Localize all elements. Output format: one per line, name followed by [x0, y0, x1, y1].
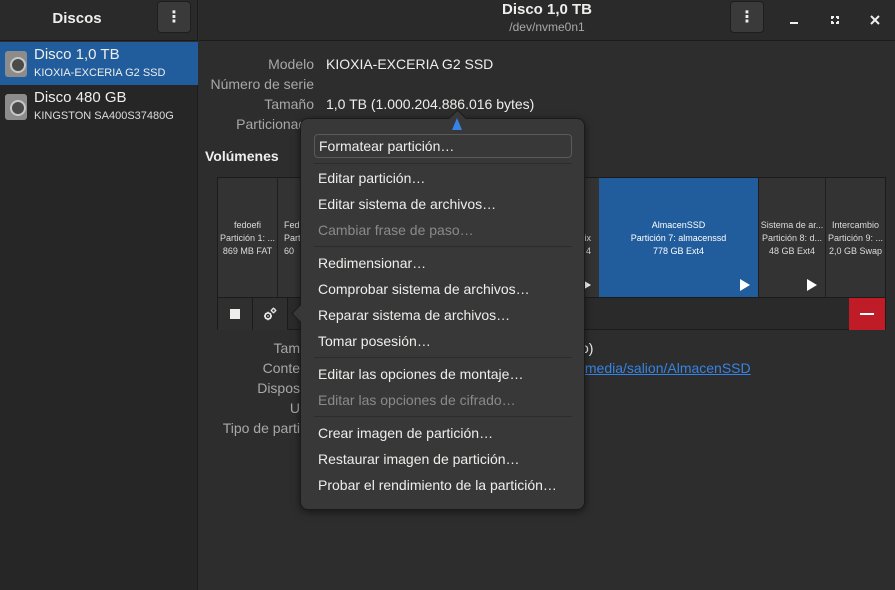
partition-type-label: Tipo de parti	[222, 420, 300, 436]
mouse-pointer-icon	[452, 118, 462, 130]
vertical-dots-icon: ⋮	[739, 9, 755, 26]
volumes-title: Volúmenes	[205, 148, 279, 164]
partition-name: AlmacenSSD	[651, 220, 706, 230]
mount-play-icon[interactable]	[807, 279, 817, 291]
partition-almacenssd[interactable]: AlmacenSSD Partición 7: almacenssd 778 G…	[599, 178, 759, 297]
close-button[interactable]	[863, 8, 887, 32]
menu-item-format-partition[interactable]: Formatear partición…	[314, 134, 572, 158]
gears-icon	[264, 307, 277, 321]
minimize-button[interactable]	[782, 8, 806, 32]
menu-item-resize[interactable]: Redimensionar…	[314, 251, 572, 275]
header-bar: Disco 1,0 TB /dev/nvme0n1 ⋮	[199, 0, 895, 41]
disk-menu-button[interactable]: ⋮	[730, 1, 764, 33]
partition-9-swap[interactable]: Intercambio Partición 9: ... 2,0 GB Swap	[826, 178, 885, 297]
mount-point-link[interactable]: /media/salion/AlmacenSSD	[581, 360, 751, 376]
partition-number: Partición 7: almacenssd	[630, 233, 727, 243]
partition-8[interactable]: Sistema de ar... Partición 8: d... 48 GB…	[759, 178, 826, 297]
partition-size: 778 GB Ext4	[652, 246, 705, 256]
hard-disk-icon	[5, 94, 27, 120]
sidebar-header: Discos ⋮	[0, 0, 198, 41]
partition-size: 48 GB Ext4	[768, 246, 816, 256]
vertical-dots-icon: ⋮	[166, 9, 182, 26]
contents-label: Conte	[262, 360, 300, 376]
partition-options-button[interactable]	[253, 298, 288, 330]
stop-icon	[230, 309, 240, 319]
partition-name: Sistema de ar...	[760, 220, 824, 230]
minimize-icon	[790, 22, 798, 24]
mount-play-icon[interactable]	[740, 279, 750, 291]
sidebar-title: Discos	[52, 10, 102, 27]
disk-model: KIOXIA-EXCERIA G2 SSD	[34, 67, 166, 79]
disk-item-480gb[interactable]: Disco 480 GB KINGSTON SA400S37480G	[0, 85, 198, 128]
partition-number: Partición 9: ...	[827, 233, 884, 243]
close-icon	[870, 15, 880, 25]
device-label: Dispos	[257, 380, 300, 396]
partition-1[interactable]: fedoefi Partición 1: ... 869 MB FAT	[218, 178, 278, 297]
partition-size-label: Tam	[273, 340, 300, 356]
disk-model: KINGSTON SA400S37480G	[34, 110, 174, 122]
disk-list: Disco 1,0 TB KIOXIA-EXCERIA G2 SSD Disco…	[0, 42, 198, 590]
menu-item-edit-filesystem[interactable]: Editar sistema de archivos…	[314, 192, 572, 216]
menu-item-check-filesystem[interactable]: Comprobar sistema de archivos…	[314, 277, 572, 301]
menu-separator	[314, 357, 572, 358]
partition-number: Partición 8: d...	[761, 233, 823, 243]
size-label: Tamaño	[264, 96, 314, 112]
partition-number: Partición 1: ...	[219, 233, 276, 243]
model-label: Modelo	[268, 56, 314, 72]
menu-item-repair-filesystem[interactable]: Reparar sistema de archivos…	[314, 303, 572, 327]
menu-item-create-image[interactable]: Crear imagen de partición…	[314, 421, 572, 445]
partition-name: Intercambio	[831, 220, 880, 230]
menu-item-restore-image[interactable]: Restaurar imagen de partición…	[314, 447, 572, 471]
menu-separator	[314, 246, 572, 247]
menu-separator	[314, 163, 572, 164]
menu-item-benchmark[interactable]: Probar el rendimiento de la partición…	[314, 473, 572, 497]
menu-item-change-passphrase: Cambiar frase de paso…	[318, 222, 474, 238]
hard-disk-icon	[5, 51, 27, 77]
menu-item-edit-mount-options[interactable]: Editar las opciones de montaje…	[314, 362, 572, 386]
size-value: 1,0 TB (1.000.204.886.016 bytes)	[326, 96, 535, 112]
disk-item-1tb[interactable]: Disco 1,0 TB KIOXIA-EXCERIA G2 SSD	[0, 42, 198, 85]
maximize-icon	[831, 16, 839, 24]
uuid-label: U	[289, 400, 300, 416]
partition-size: 2,0 GB Swap	[828, 246, 883, 256]
disk-name: Disco 1,0 TB	[34, 46, 120, 63]
serial-label: Número de serie	[210, 76, 315, 92]
partition-size: 869 MB FAT	[222, 246, 273, 256]
model-value: KIOXIA-EXCERIA G2 SSD	[326, 56, 494, 72]
disk-name: Disco 480 GB	[34, 89, 127, 106]
menu-item-edit-encryption-options: Editar las opciones de cifrado…	[318, 392, 516, 408]
menu-separator	[314, 416, 572, 417]
partition-options-menu: Formatear partición… Editar partición… E…	[300, 118, 585, 510]
partition-name: fedoefi	[233, 220, 262, 230]
delete-partition-button[interactable]	[849, 298, 885, 330]
app-menu-button[interactable]: ⋮	[157, 1, 191, 33]
menu-item-take-ownership[interactable]: Tomar posesión…	[314, 329, 572, 353]
maximize-button[interactable]	[823, 8, 847, 32]
minus-icon	[860, 313, 874, 315]
menu-item-edit-partition[interactable]: Editar partición…	[314, 166, 572, 190]
unmount-button[interactable]	[218, 298, 253, 330]
